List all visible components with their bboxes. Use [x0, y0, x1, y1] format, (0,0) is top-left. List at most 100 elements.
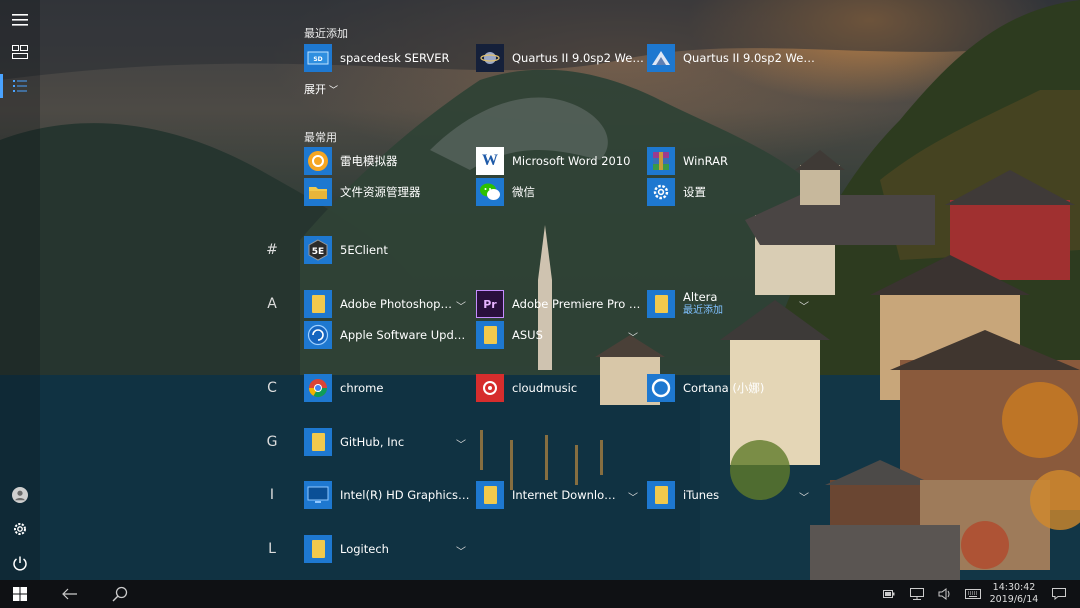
folder-icon	[304, 290, 332, 318]
app-label: Adobe Premiere Pro CC...	[512, 297, 642, 311]
app-quartus-programmer[interactable]: Quartus II 9.0sp2 Web E...	[647, 42, 817, 74]
folder-logitech[interactable]: Logitech ﹀	[304, 533, 469, 565]
folder-itunes[interactable]: iTunes ﹀	[647, 479, 817, 511]
app-quartus-web[interactable]: Quartus II 9.0sp2 Web E...	[476, 42, 644, 74]
speaker-icon	[938, 588, 950, 600]
user-account-button[interactable]	[0, 479, 40, 511]
start-left-rail	[0, 0, 40, 580]
settings-icon	[647, 178, 675, 206]
chevron-down-icon: ﹀	[456, 302, 466, 313]
app-label: Adobe Photoshop CS6	[340, 297, 455, 311]
app-label: cloudmusic	[512, 381, 578, 395]
app-label: Internet Download...	[512, 488, 622, 502]
hamburger-icon	[12, 14, 28, 26]
system-clock[interactable]: 14:30:42 2019/6/14	[982, 582, 1046, 606]
app-cortana[interactable]: Cortana (小娜)	[647, 372, 817, 404]
tiles-icon	[12, 45, 28, 59]
app-word-2010[interactable]: W Microsoft Word 2010	[476, 145, 644, 177]
app-file-explorer[interactable]: 文件资源管理器	[304, 176, 469, 208]
expand-label: 展开	[304, 83, 326, 96]
app-cloudmusic[interactable]: cloudmusic	[476, 372, 642, 404]
folder-altera[interactable]: Altera 最近添加 ﹀	[647, 288, 817, 320]
leidian-emulator-icon	[304, 147, 332, 175]
hamburger-menu-button[interactable]	[0, 4, 40, 36]
svg-text:SD: SD	[313, 56, 322, 63]
taskbar	[0, 580, 1080, 608]
premiere-icon: Pr	[476, 290, 504, 318]
app-apple-software-update[interactable]: Apple Software Update	[304, 319, 469, 351]
app-winrar[interactable]: WinRAR	[647, 145, 817, 177]
app-label: 设置	[683, 185, 706, 199]
settings-button[interactable]	[0, 513, 40, 545]
all-apps-button[interactable]	[0, 70, 40, 102]
chevron-down-icon: ﹀	[456, 547, 466, 558]
app-wechat[interactable]: 微信	[476, 176, 644, 208]
word-icon: W	[476, 147, 504, 175]
chrome-icon	[304, 374, 332, 402]
app-label: Microsoft Word 2010	[512, 154, 631, 168]
app-label: Cortana (小娜)	[683, 381, 765, 395]
clock-time: 14:30:42	[992, 582, 1036, 593]
folder-icon	[304, 535, 332, 563]
cortana-icon	[647, 374, 675, 402]
chevron-down-icon: ﹀	[628, 493, 638, 504]
app-label: WinRAR	[683, 154, 728, 168]
letter-header-c[interactable]: C	[262, 380, 282, 396]
gear-icon	[14, 523, 26, 535]
user-avatar-icon	[12, 487, 28, 503]
app-label: Intel(R) HD Graphics Con...	[340, 488, 473, 502]
expand-button[interactable]: 展开 ﹀	[304, 80, 338, 98]
notification-icon	[1052, 588, 1066, 600]
chevron-down-icon: ﹀	[456, 440, 466, 451]
app-spacedesk[interactable]: SD spacedesk SERVER	[304, 42, 469, 74]
app-label: Logitech	[340, 542, 389, 556]
start-button[interactable]	[0, 580, 40, 608]
chevron-down-icon: ﹀	[628, 333, 638, 344]
letter-header-hash[interactable]: #	[262, 242, 282, 258]
letter-header-l[interactable]: L	[262, 541, 282, 557]
app-intel-hd-graphics[interactable]: Intel(R) HD Graphics Con...	[304, 479, 474, 511]
app-label: 雷电模拟器	[340, 154, 398, 168]
letter-header-i[interactable]: I	[262, 487, 282, 503]
wechat-icon	[476, 178, 504, 206]
back-button[interactable]	[50, 580, 90, 608]
app-chrome[interactable]: chrome	[304, 372, 469, 404]
most-used-section-title: 最常用	[304, 131, 337, 144]
search-button[interactable]	[100, 580, 140, 608]
quartus-programmer-icon	[647, 44, 675, 72]
folder-icon	[304, 428, 332, 456]
app-label: Apple Software Update	[340, 328, 469, 342]
app-label: 5EClient	[340, 243, 388, 257]
network-indicator[interactable]	[906, 580, 928, 608]
folder-internet-download-manager[interactable]: Internet Download... ﹀	[476, 479, 642, 511]
fiveeclient-icon: 5E	[304, 236, 332, 264]
app-label: 文件资源管理器	[340, 185, 421, 199]
keyboard-icon	[965, 589, 981, 599]
intel-graphics-icon	[304, 481, 332, 509]
tiles-view-button[interactable]	[0, 36, 40, 68]
app-5eclient[interactable]: 5E 5EClient	[304, 234, 469, 266]
app-settings[interactable]: 设置	[647, 176, 817, 208]
windows-logo-icon	[13, 587, 27, 601]
volume-indicator[interactable]	[934, 580, 956, 608]
clock-date: 2019/6/14	[989, 594, 1039, 605]
folder-icon	[476, 321, 504, 349]
action-center-button[interactable]	[1048, 580, 1070, 608]
svg-text:5E: 5E	[312, 247, 324, 257]
folder-github[interactable]: GitHub, Inc ﹀	[304, 426, 469, 458]
list-icon	[13, 80, 27, 92]
app-premiere-pro[interactable]: Pr Adobe Premiere Pro CC...	[476, 288, 642, 320]
chevron-down-icon: ﹀	[799, 493, 809, 504]
letter-header-a[interactable]: A	[262, 296, 282, 312]
network-icon	[910, 588, 924, 600]
app-label: 微信	[512, 185, 535, 199]
app-label: iTunes	[683, 488, 720, 502]
power-button[interactable]	[0, 547, 40, 579]
battery-icon	[883, 590, 895, 598]
app-leidian-emulator[interactable]: 雷电模拟器	[304, 145, 469, 177]
folder-adobe-photoshop[interactable]: Adobe Photoshop CS6 ﹀	[304, 288, 469, 320]
touch-keyboard-button[interactable]	[962, 580, 984, 608]
battery-indicator[interactable]	[878, 580, 900, 608]
letter-header-g[interactable]: G	[262, 434, 282, 450]
folder-asus[interactable]: ASUS ﹀	[476, 319, 642, 351]
